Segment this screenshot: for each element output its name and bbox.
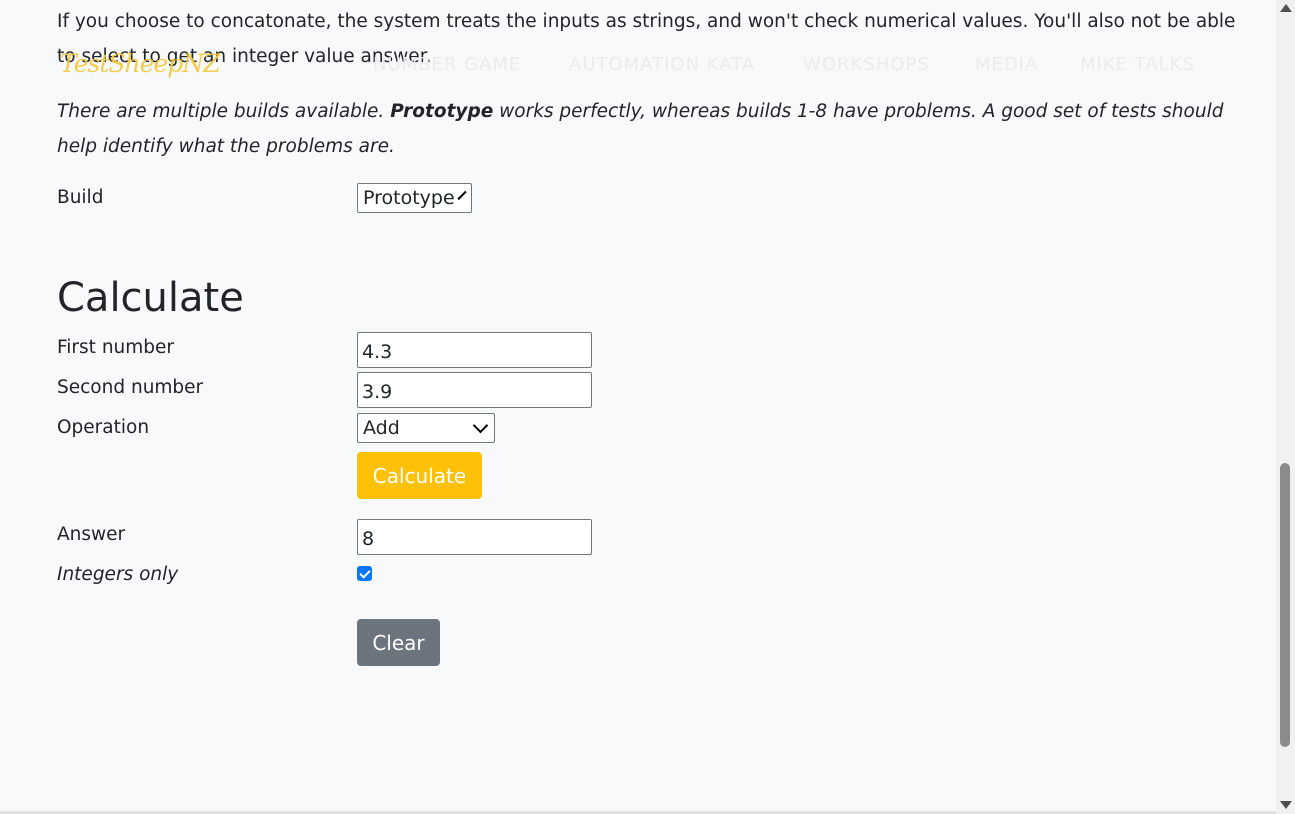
integers-only-checkbox[interactable] [357,566,372,581]
scrollbar-thumb[interactable] [1280,463,1290,747]
second-number-input[interactable]: 3.9 [357,372,592,408]
build-label: Build [57,187,104,208]
answer-value: 8 [362,527,375,550]
first-number-input[interactable]: 4.3 [357,332,592,368]
calculate-heading: Calculate [57,275,244,321]
builds-text-pre: There are multiple builds available. [57,101,391,122]
operation-select-value: Add [363,417,400,439]
first-number-label: First number [57,337,175,358]
operation-select[interactable]: Add [357,413,495,443]
answer-field[interactable]: 8 [357,519,592,555]
build-select-value: Prototype [363,187,455,209]
nav-item-workshops[interactable]: WORKSHOPS [803,54,930,75]
navbar: TestSheepNZ NUMBER GAME AUTOMATION KATA … [0,40,1276,90]
scroll-up-arrow-icon[interactable] [1280,4,1292,12]
calculate-button[interactable]: Calculate [357,452,482,499]
clear-button[interactable]: Clear [357,619,440,666]
builds-text-bold: Prototype [390,101,494,122]
chevron-down-icon [472,417,489,434]
integers-only-label: Integers only [57,564,179,585]
vertical-scrollbar[interactable] [1276,0,1295,814]
builds-paragraph: There are multiple builds available. Pro… [57,94,1237,164]
chevron-down-icon [457,190,467,201]
page: If you choose to concatonate, the system… [0,0,1276,814]
nav-item-mike-talks[interactable]: MIKE TALKS [1080,54,1195,75]
first-number-value: 4.3 [362,340,393,363]
scroll-down-arrow-icon[interactable] [1280,801,1292,809]
brand-logo[interactable]: TestSheepNZ [60,49,220,78]
second-number-label: Second number [57,377,204,398]
nav-item-automation-kata[interactable]: AUTOMATION KATA [569,54,755,75]
nav-item-number-game[interactable]: NUMBER GAME [373,54,521,75]
build-select[interactable]: Prototype [357,183,472,213]
nav-item-media[interactable]: MEDIA [975,54,1038,75]
answer-label: Answer [57,524,126,545]
operation-label: Operation [57,417,150,438]
second-number-value: 3.9 [362,380,393,403]
